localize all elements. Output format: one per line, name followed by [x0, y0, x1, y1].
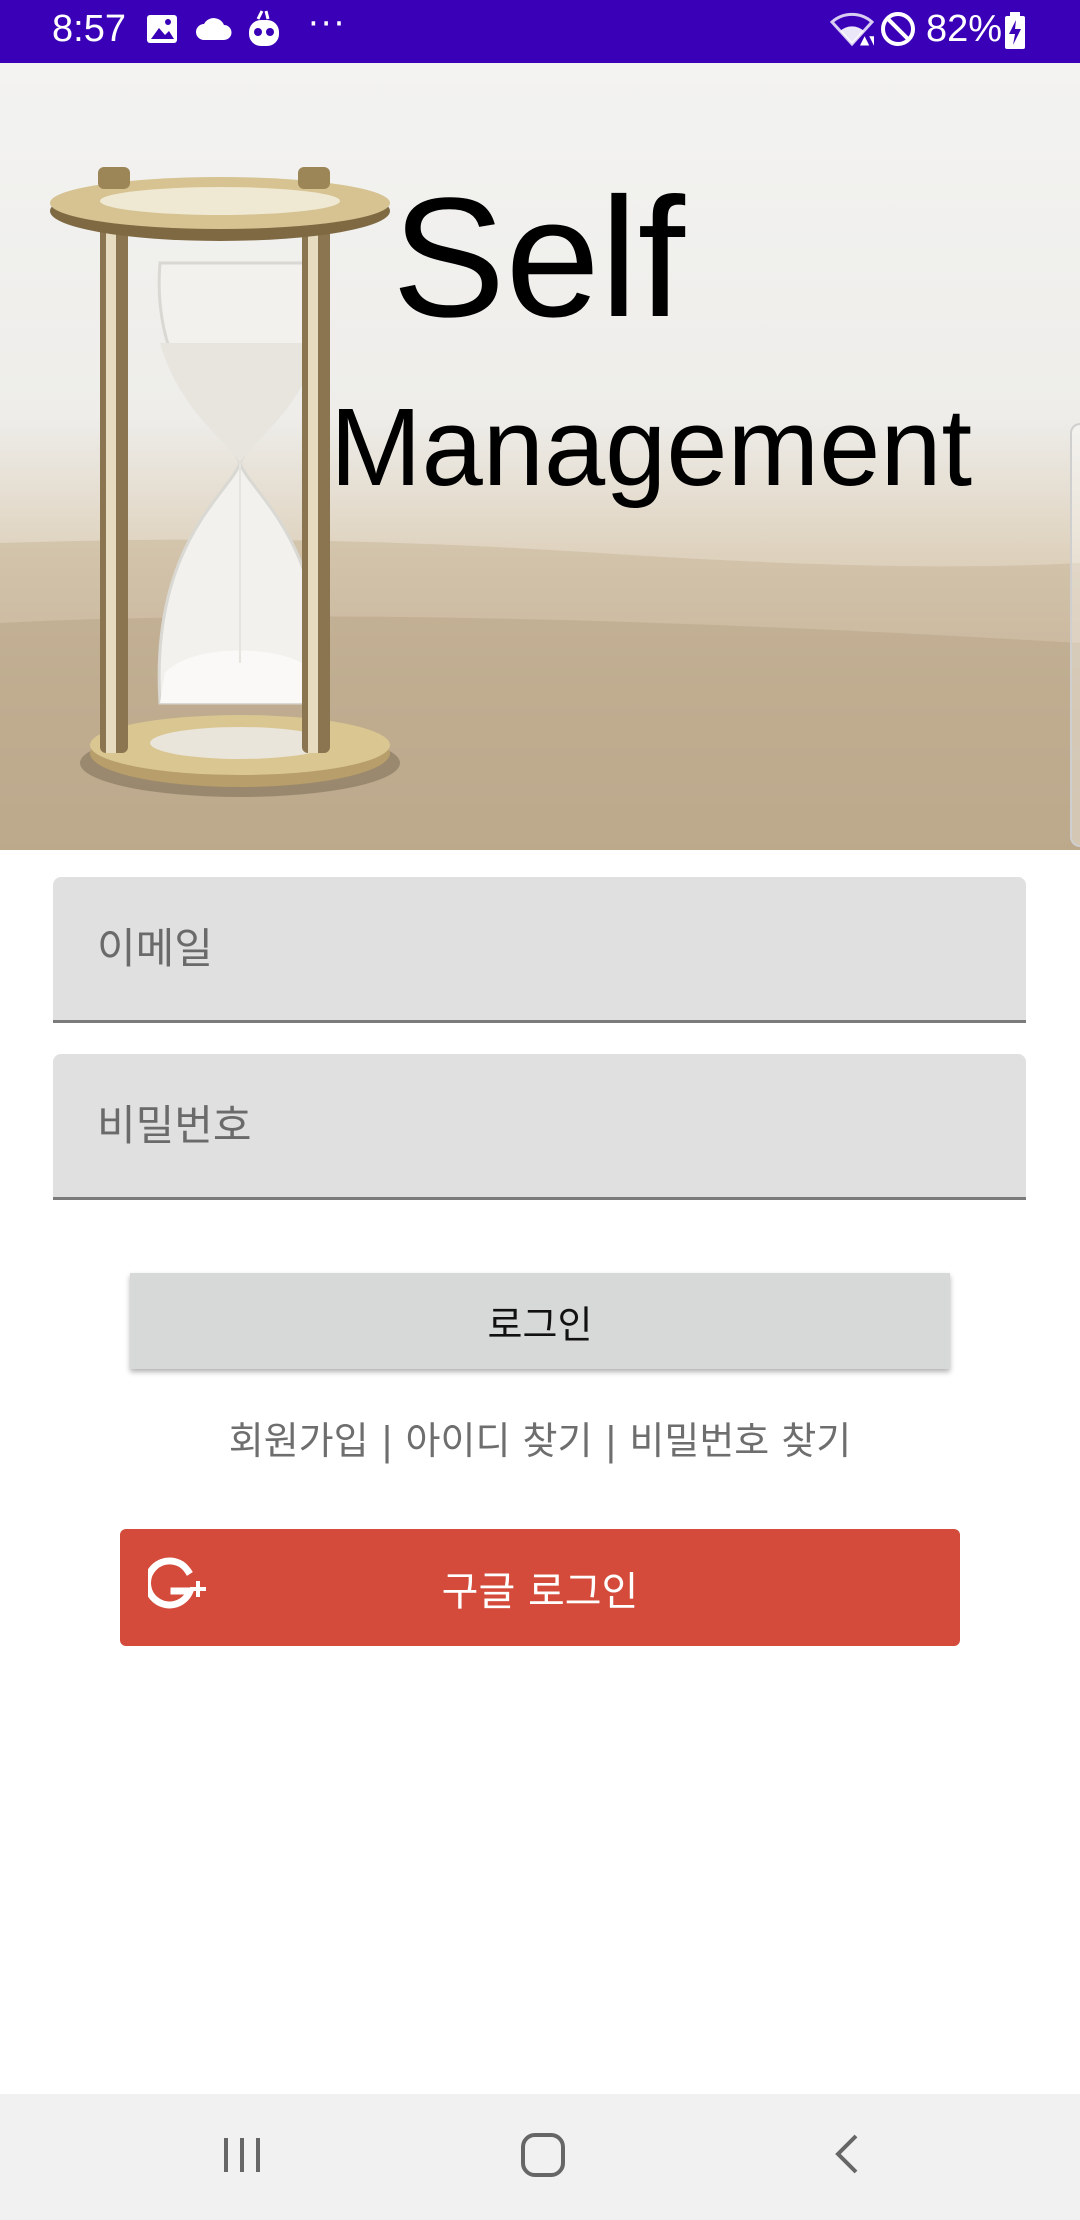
- find-id-link[interactable]: 아이디 찾기: [406, 1419, 593, 1463]
- google-plus-icon: [148, 1557, 206, 1609]
- navigation-bar: [0, 2094, 1080, 2220]
- edge-panel-handle[interactable]: [1070, 423, 1080, 847]
- cloud-icon: [196, 18, 232, 40]
- gallery-icon: [147, 15, 177, 43]
- status-time: 8:57: [52, 8, 126, 50]
- more-notifications-icon: ···: [308, 4, 347, 44]
- battery-percentage: 82%: [926, 8, 1003, 50]
- home-icon[interactable]: [518, 2122, 568, 2186]
- google-login-button[interactable]: 구글 로그인: [120, 1529, 960, 1646]
- battery-charging-icon: [1005, 12, 1025, 49]
- password-input[interactable]: [53, 1054, 1026, 1197]
- app-mascot-icon: [249, 10, 279, 46]
- app-title-line1: Self: [392, 163, 685, 353]
- link-separator: |: [592, 1419, 630, 1463]
- recent-apps-icon[interactable]: [220, 2122, 264, 2186]
- signup-link[interactable]: 회원가입: [229, 1419, 369, 1463]
- hero-banner: Self Management: [0, 63, 1080, 850]
- status-bar: 8:57 ··· ▲▼ 82%: [0, 0, 1080, 63]
- wifi-icon: ▲▼: [830, 12, 874, 47]
- email-field[interactable]: [53, 877, 1026, 1023]
- email-input[interactable]: [53, 877, 1026, 1020]
- account-links: 회원가입 | 아이디 찾기 | 비밀번호 찾기: [0, 1410, 1080, 1465]
- svg-text:▲▼: ▲▼: [860, 33, 874, 47]
- app-title-line2: Management: [330, 386, 973, 509]
- login-button[interactable]: 로그인: [130, 1273, 950, 1369]
- password-field[interactable]: [53, 1054, 1026, 1200]
- find-password-link[interactable]: 비밀번호 찾기: [629, 1419, 851, 1463]
- do-not-disturb-icon: [881, 12, 915, 46]
- google-login-label: 구글 로그인: [441, 1568, 639, 1615]
- back-icon[interactable]: [830, 2122, 864, 2186]
- link-separator: |: [368, 1419, 406, 1463]
